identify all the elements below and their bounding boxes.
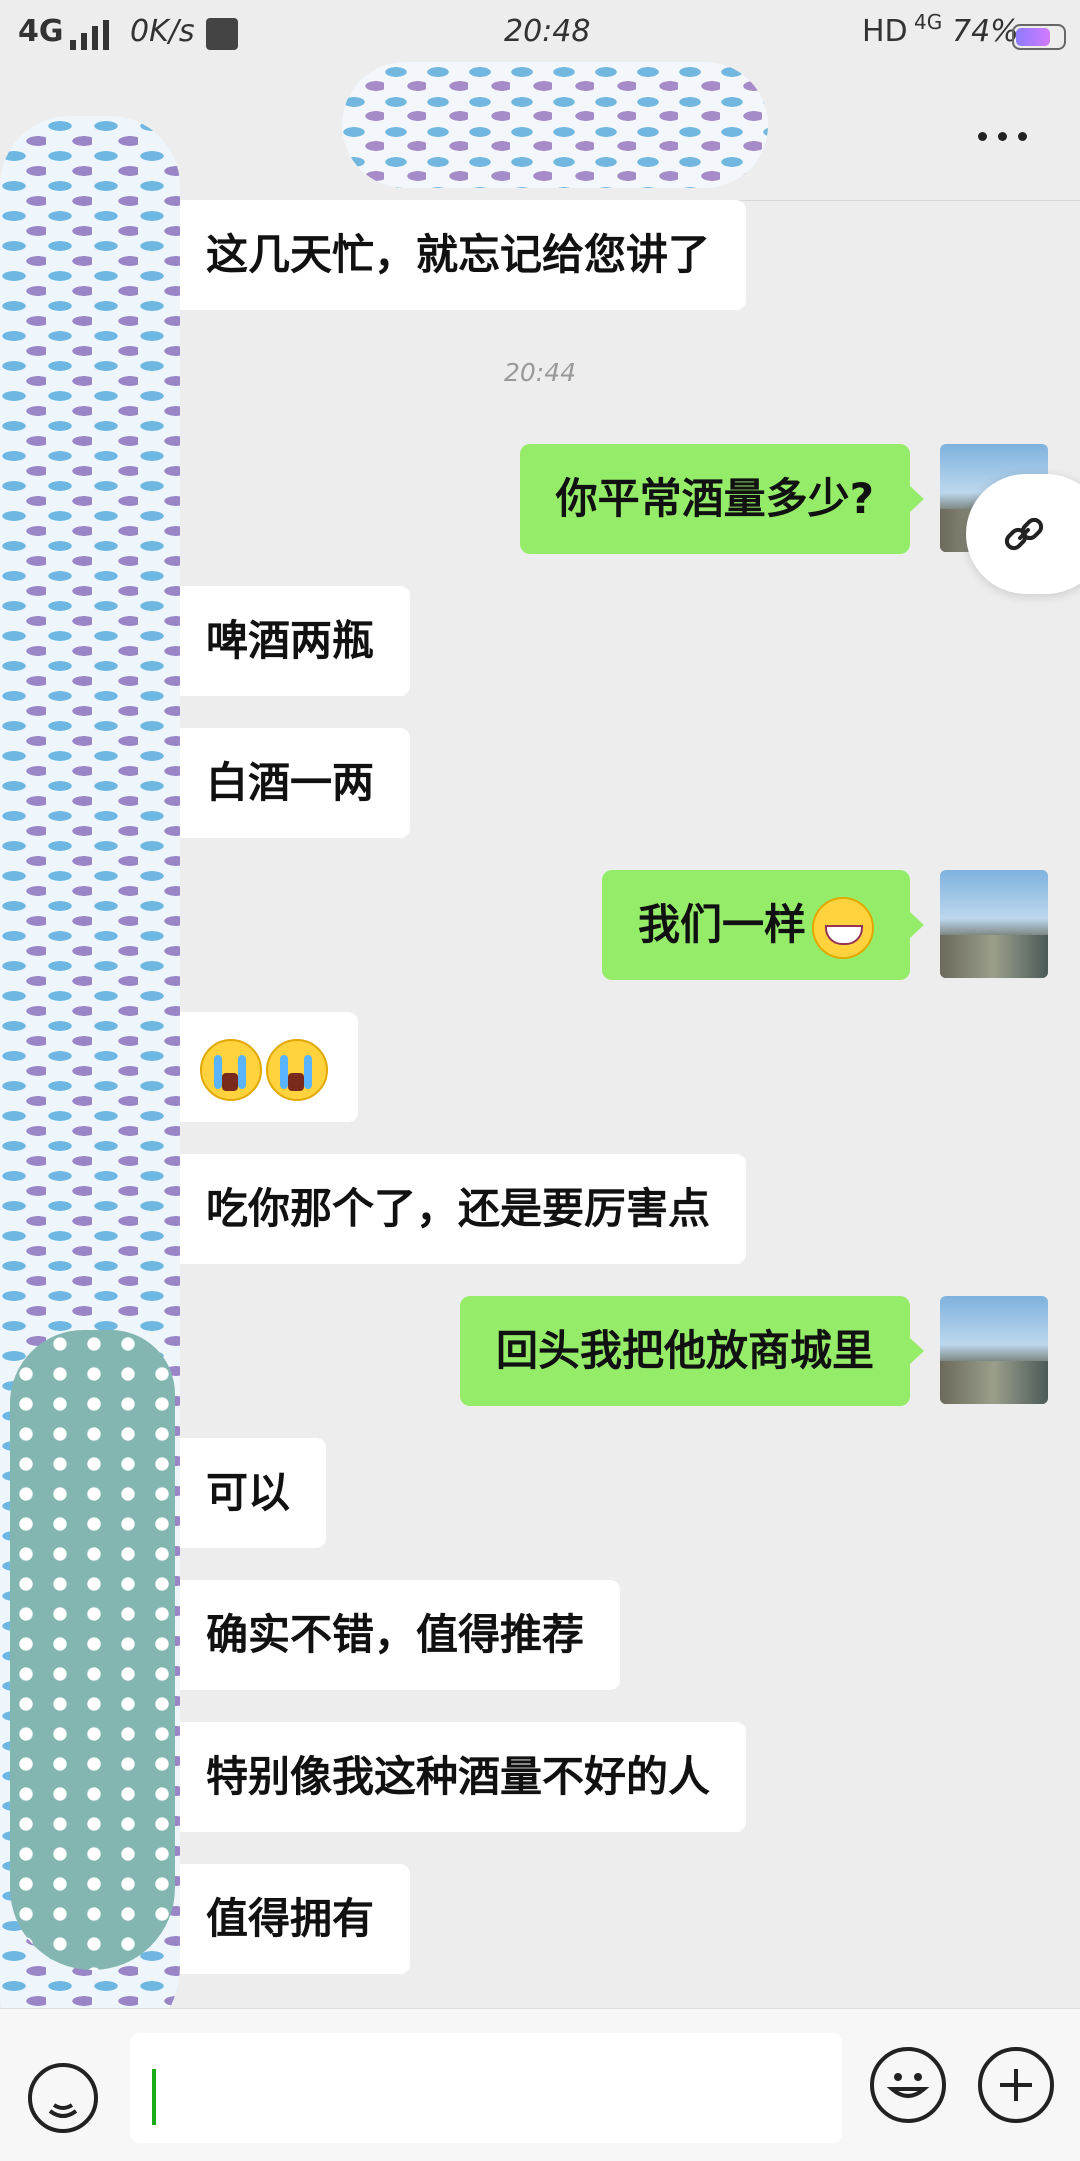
sim-icon	[206, 18, 238, 50]
incoming-bubble[interactable]: 值得拥有	[155, 1864, 411, 1974]
outgoing-bubble[interactable]: 我们一样	[601, 870, 925, 980]
crying-icon	[200, 1038, 262, 1101]
message-input[interactable]	[130, 2033, 842, 2143]
message-text: 可以	[206, 1468, 291, 1517]
obscured-contact-name	[342, 62, 768, 188]
network-type: 4G	[18, 14, 64, 49]
emoji-icon[interactable]	[870, 2047, 946, 2123]
more-icon[interactable]	[978, 126, 1028, 146]
link-button[interactable]	[966, 474, 1080, 594]
avatar[interactable]	[940, 1296, 1048, 1404]
battery-percent: 74%	[952, 14, 1019, 49]
incoming-bubble[interactable]: 白酒一两	[155, 728, 411, 838]
clock: 20:48	[504, 14, 591, 49]
outgoing-bubble[interactable]: 你平常酒量多少?	[519, 444, 925, 554]
incoming-bubble[interactable]: 吃你那个了，还是要厉害点	[155, 1154, 747, 1264]
incoming-bubble[interactable]: 可以	[155, 1438, 327, 1548]
message-text: 确实不错，值得推荐	[206, 1610, 585, 1659]
incoming-bubble[interactable]: 这几天忙，就忘记给您讲了	[155, 200, 747, 310]
avatar[interactable]	[940, 870, 1048, 978]
obscured-avatar-column	[10, 1330, 175, 1970]
outgoing-bubble[interactable]: 回头我把他放商城里	[459, 1296, 925, 1406]
voice-icon[interactable]	[28, 2063, 98, 2133]
text-caret	[152, 2069, 156, 2125]
message-text: 白酒一两	[206, 758, 375, 807]
message-text: 回头我把他放商城里	[495, 1326, 874, 1375]
message-text: 我们一样	[637, 900, 806, 949]
signal-icon	[70, 20, 116, 50]
message-text: 这几天忙，就忘记给您讲了	[206, 230, 711, 279]
plus-icon[interactable]	[978, 2047, 1054, 2123]
network-small: 4G	[914, 10, 943, 34]
hd-indicator: HD	[862, 14, 908, 49]
incoming-bubble[interactable]	[156, 1012, 358, 1122]
grin-icon	[812, 896, 874, 959]
input-bar	[0, 2008, 1080, 2161]
message-text: 特别像我这种酒量不好的人	[206, 1752, 711, 1801]
incoming-bubble[interactable]: 确实不错，值得推荐	[155, 1580, 621, 1690]
message-text: 啤酒两瓶	[206, 616, 375, 665]
link-icon	[1004, 517, 1044, 551]
message-text: 值得拥有	[206, 1894, 375, 1943]
crying-icon	[266, 1038, 328, 1101]
message-text: 吃你那个了，还是要厉害点	[206, 1184, 711, 1233]
network-speed: 0K/s	[130, 14, 195, 49]
incoming-bubble[interactable]: 特别像我这种酒量不好的人	[155, 1722, 747, 1832]
battery-icon	[1012, 24, 1066, 50]
message-text: 你平常酒量多少?	[555, 474, 874, 523]
incoming-bubble[interactable]: 啤酒两瓶	[155, 586, 411, 696]
